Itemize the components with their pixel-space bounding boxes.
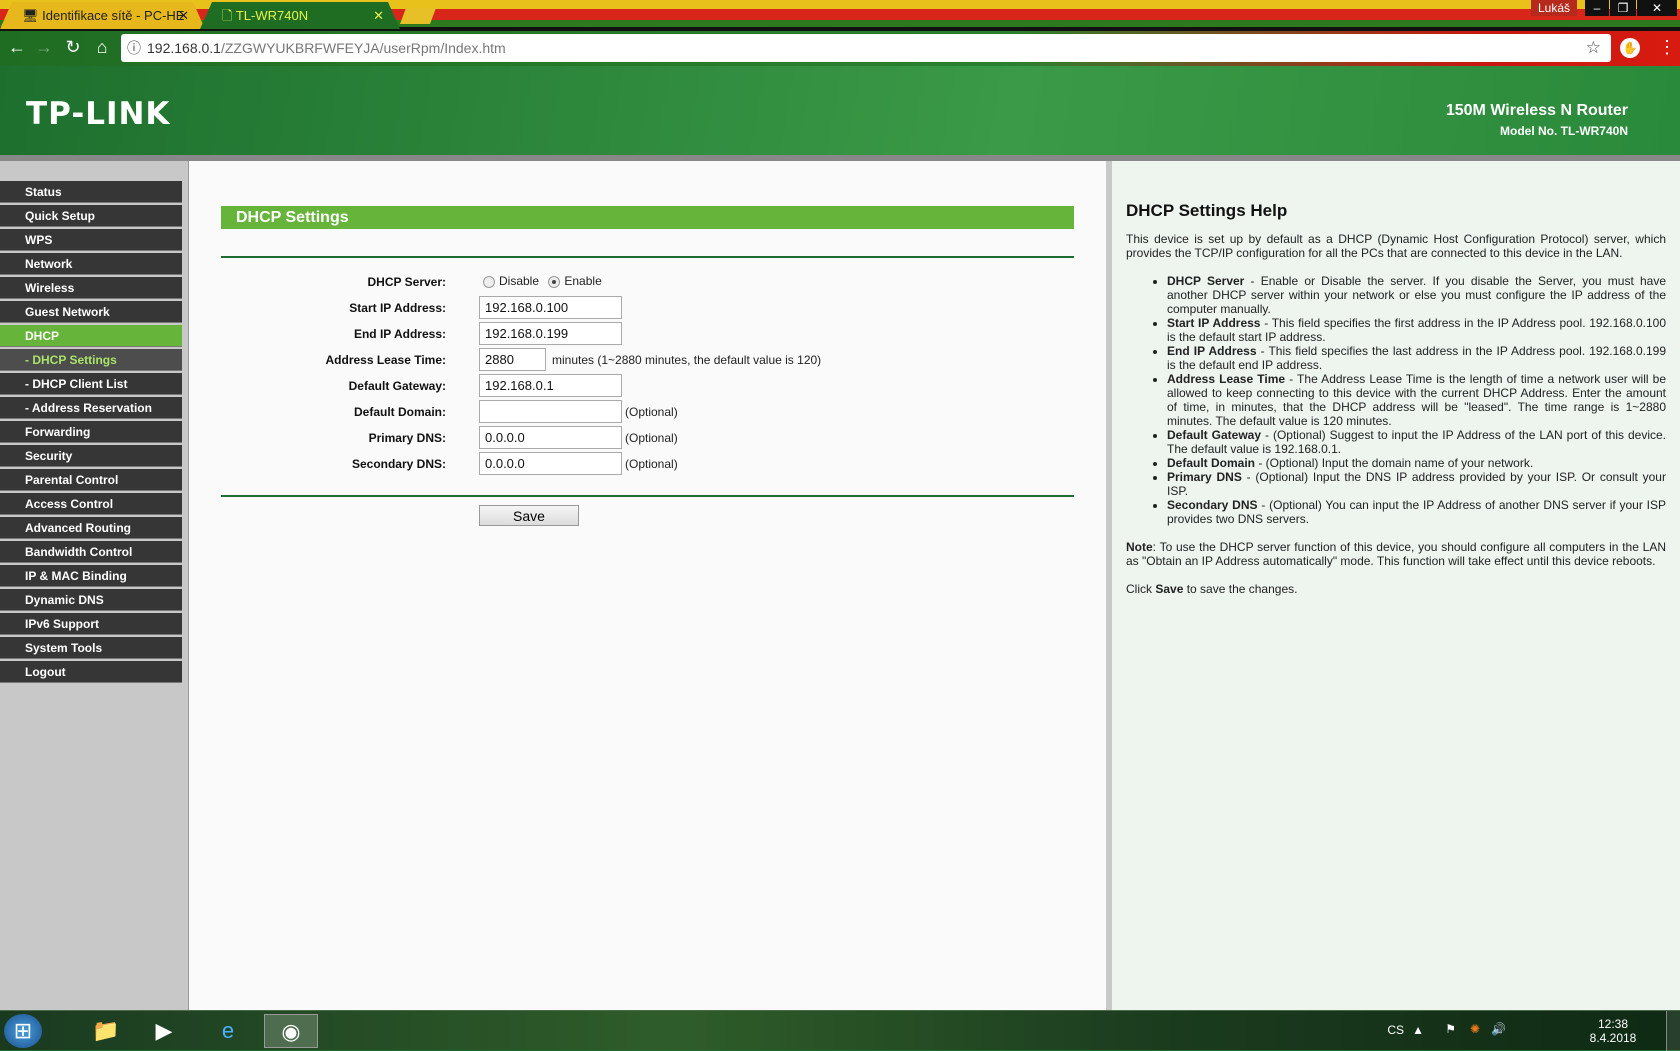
end-ip-row: End IP Address: [189,322,1089,348]
sidebar-item-advanced-routing[interactable]: Advanced Routing [0,517,182,539]
profile-button[interactable]: Lukáš [1531,0,1577,16]
secondary-dns-row: Secondary DNS:(Optional) [189,452,1089,478]
sidebar-item-parental-control[interactable]: Parental Control [0,469,182,491]
media-player-icon[interactable]: ▶ [142,1014,186,1048]
sidebar-item-dynamic-dns[interactable]: Dynamic DNS [0,589,182,611]
page-title: DHCP Settings [221,206,1074,229]
sidebar-item-quick-setup[interactable]: Quick Setup [0,205,182,227]
disable-radio[interactable] [483,275,495,288]
avast-icon[interactable]: ✺ [1470,1022,1480,1036]
divider [221,256,1074,258]
help-click-save: Click Save to save the changes. [1126,582,1298,596]
gateway-input[interactable] [479,374,622,397]
primary-dns-row: Primary DNS:(Optional) [189,426,1089,452]
lease-time-row: Address Lease Time:minutes (1~2880 minut… [189,348,1089,374]
router-header: TP-LINK 150M Wireless N Router Model No.… [0,66,1680,161]
help-item: Secondary DNS - (Optional) You can input… [1167,498,1666,526]
product-name: 150M Wireless N Router [1445,102,1628,119]
domain-input[interactable] [479,400,622,423]
flag-icon[interactable]: ⚑ [1445,1022,1456,1036]
info-icon: ⓘ [127,40,141,56]
restore-icon[interactable]: ❐ [1610,0,1636,16]
sidebar-item-security[interactable]: Security [0,445,182,467]
help-item: DHCP Server - Enable or Disable the serv… [1167,274,1666,316]
sidebar-item-bandwidth-control[interactable]: Bandwidth Control [0,541,182,563]
enable-radio[interactable] [548,275,561,288]
domain-row: Default Domain: (Optional) [189,400,1089,426]
help-item: Start IP Address - This field specifies … [1167,316,1666,344]
sidebar-item-dhcp-client-list[interactable]: - DHCP Client List [0,373,182,395]
end-ip-input[interactable] [479,322,622,345]
main-panel: DHCP Settings DHCP Server: Disable Enabl… [188,161,1106,1010]
adblock-icon[interactable]: ✋ [1620,38,1640,58]
sidebar-item-wps[interactable]: WPS [0,229,182,251]
lease-time-input[interactable] [479,348,546,371]
start-ip-input[interactable] [479,296,622,319]
minimize-icon[interactable]: – [1585,0,1609,16]
gateway-row: Default Gateway: [189,374,1089,400]
sidebar-item-ipv6-support[interactable]: IPv6 Support [0,613,182,635]
address-bar[interactable]: ⓘ 192.168.0.1/ZZGWYUKBRFWFEYJA/userRpm/I… [121,34,1611,62]
tab-tl-wr740n[interactable]: 🗋 TL-WR740N ✕ [200,2,400,29]
divider [221,495,1074,497]
dhcp-server-row: DHCP Server: Disable Enable [367,274,602,289]
show-desktop-button[interactable] [1666,1011,1680,1051]
menu-icon[interactable]: ⋮ [1658,37,1676,58]
sidebar-item-dhcp-settings[interactable]: - DHCP Settings [0,349,182,371]
primary-dns-input[interactable] [479,426,622,449]
tab-identifikace[interactable]: 🖥 Identifikace sítě - PC-HE ✕ [0,2,205,29]
sidebar-item-wireless[interactable]: Wireless [0,277,182,299]
file-explorer-icon[interactable]: 📁 [84,1014,128,1048]
chrome-icon[interactable]: ◉ [264,1014,318,1048]
help-note: Note: To use the DHCP server function of… [1126,540,1666,568]
home-icon[interactable]: ⌂ [91,37,113,58]
sidebar: Status Quick Setup WPS Network Wireless Guest… [0,161,188,1010]
sidebar-item-logout[interactable]: Logout [0,661,182,683]
reload-icon[interactable]: ↻ [62,37,84,58]
sidebar-item-ip-mac-binding[interactable]: IP & MAC Binding [0,565,182,587]
browser-toolbar: ← → ↻ ⌂ ⓘ 192.168.0.1/ZZGWYUKBRFWFEYJA/u… [0,31,1680,66]
help-item: End IP Address - This field specifies th… [1167,344,1666,372]
sidebar-item-status[interactable]: Status [0,181,182,203]
sidebar-item-system-tools[interactable]: System Tools [0,637,182,659]
clock[interactable]: 12:38 8.4.2018 [1578,1017,1648,1045]
help-panel: DHCP Settings Help This device is set up… [1112,161,1680,1010]
language-indicator[interactable]: CS [1387,1023,1404,1037]
close-tab-icon[interactable]: ✕ [373,2,384,29]
close-tab-icon[interactable]: ✕ [178,2,189,29]
volume-icon[interactable]: 🔊 [1491,1022,1506,1036]
tp-link-logo: TP-LINK [26,96,171,132]
help-intro: This device is set up by default as a DH… [1126,232,1666,260]
close-window-icon[interactable]: ✕ [1637,0,1677,16]
help-title: DHCP Settings Help [1126,201,1288,220]
page-icon: 🗋 [222,8,233,23]
taskbar: ⊞ 📁 ▶ e ◉ CS ▲ ⚑ ✺ 🔊 12:38 8.4.2018 [0,1010,1680,1051]
tab-strip: 🖥 Identifikace sítě - PC-HE ✕ 🗋 TL-WR740N… [0,0,1680,31]
help-item: Address Lease Time - The Address Lease T… [1167,372,1666,428]
save-button[interactable]: Save [479,505,579,526]
help-item: Default Domain - (Optional) Input the do… [1167,456,1666,470]
secondary-dns-input[interactable] [479,452,622,475]
show-hidden-icons-icon[interactable]: ▲ [1412,1023,1424,1037]
help-list: DHCP Server - Enable or Disable the serv… [1167,274,1666,526]
sidebar-item-dhcp[interactable]: DHCP [0,325,182,347]
sidebar-item-guest-network[interactable]: Guest Network [0,301,182,323]
new-tab-button[interactable] [400,8,436,24]
help-item: Default Gateway - (Optional) Suggest to … [1167,428,1666,456]
start-button[interactable]: ⊞ [4,1014,42,1048]
sidebar-item-forwarding[interactable]: Forwarding [0,421,182,443]
internet-explorer-icon[interactable]: e [206,1014,250,1048]
sidebar-item-address-reservation[interactable]: - Address Reservation [0,397,182,419]
bookmark-star-icon[interactable]: ☆ [1586,34,1601,62]
help-item: Primary DNS - (Optional) Input the DNS I… [1167,470,1666,498]
back-icon[interactable]: ← [6,37,28,58]
sidebar-item-access-control[interactable]: Access Control [0,493,182,515]
sidebar-item-network[interactable]: Network [0,253,182,275]
start-ip-row: Start IP Address: [189,296,1089,322]
model-number: Model No. TL-WR740N [1500,124,1628,138]
forward-icon[interactable]: → [33,37,55,58]
computer-icon: 🖥 [22,8,39,23]
